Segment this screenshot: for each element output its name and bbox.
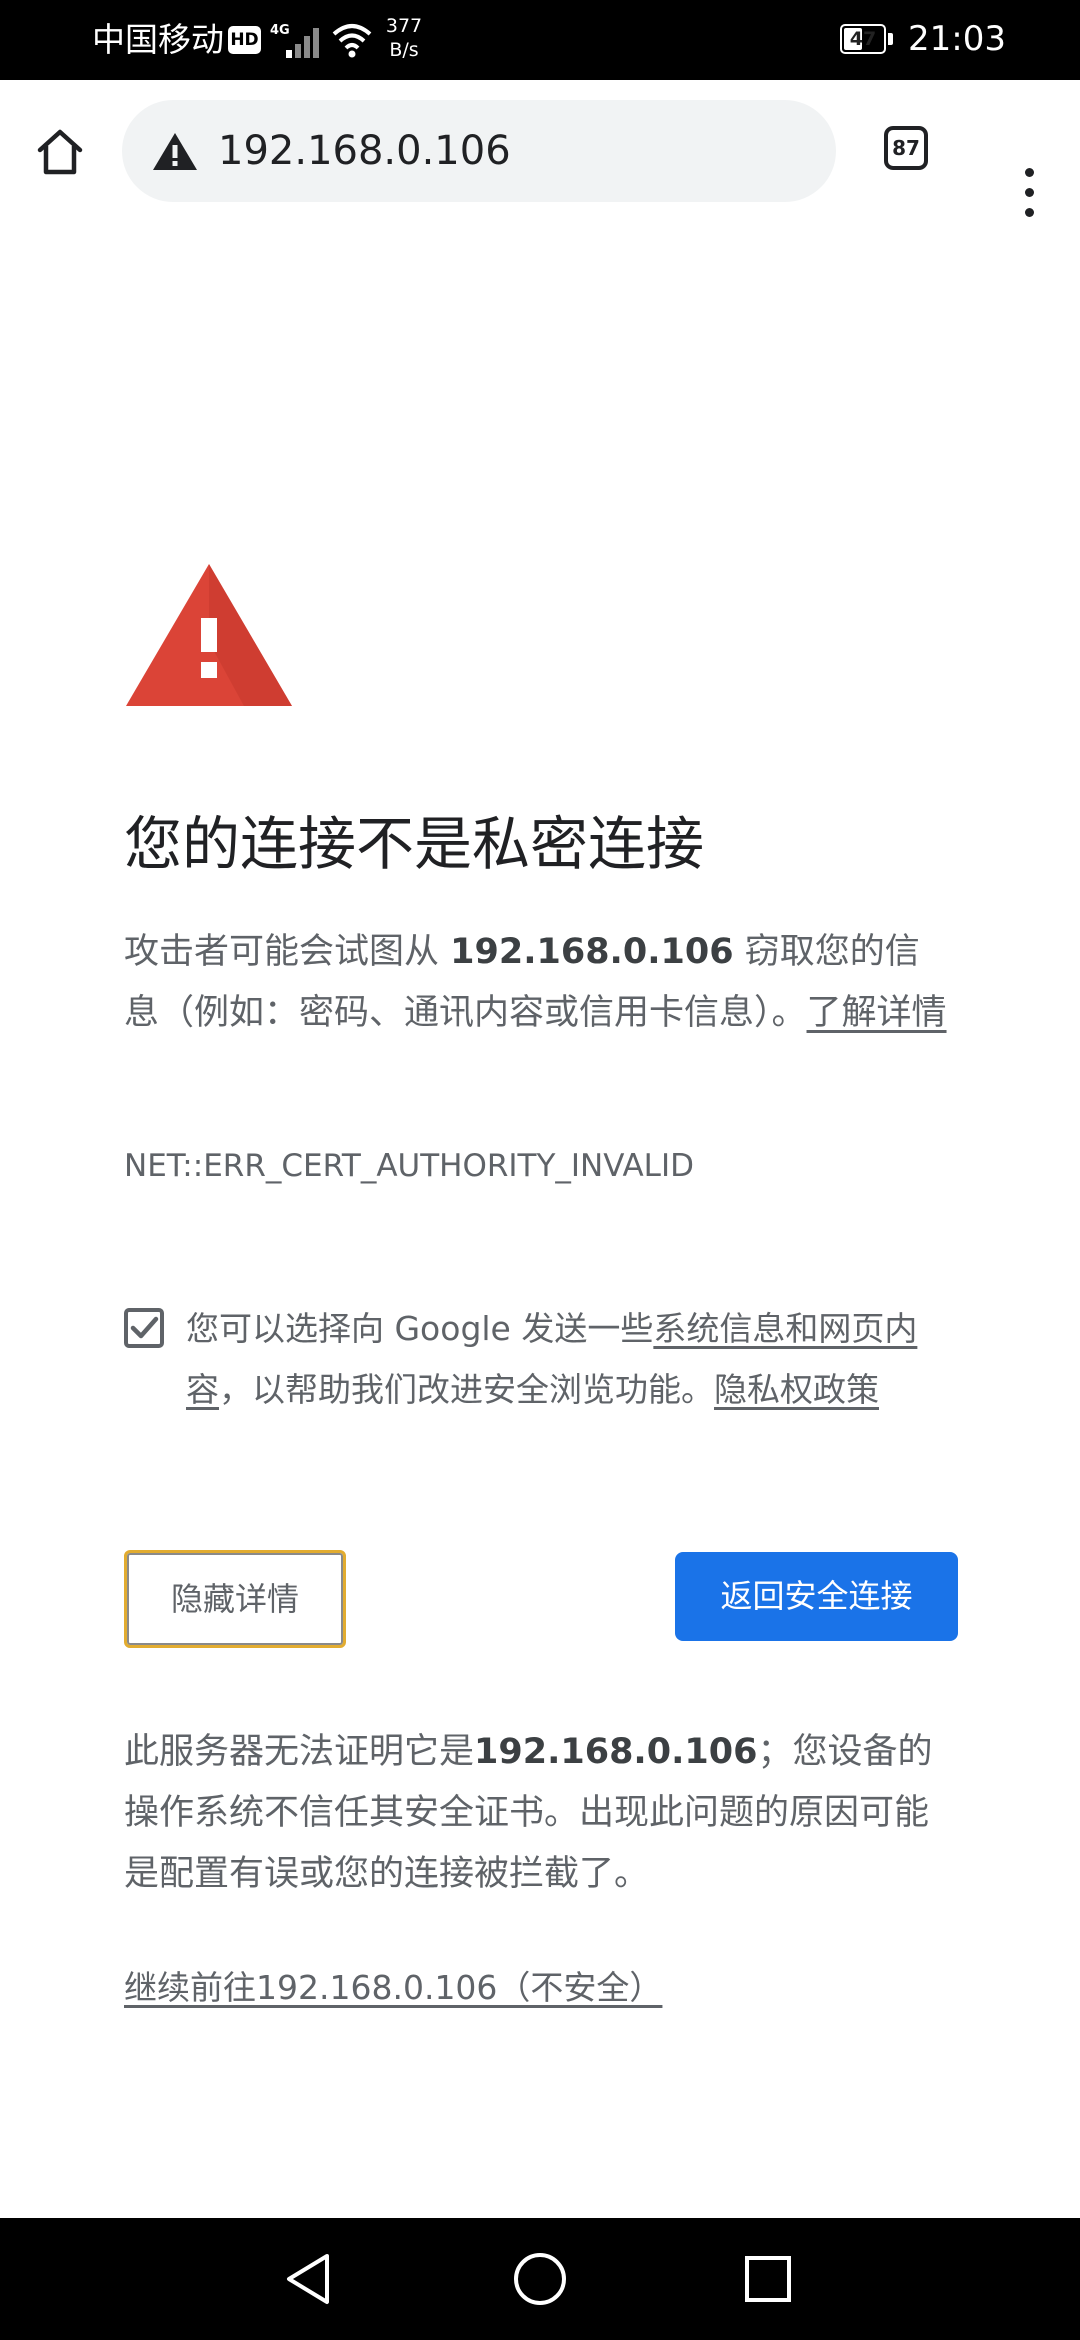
net-speed-value: 377 bbox=[385, 15, 423, 37]
details-prefix: 此服务器无法证明它是 bbox=[124, 1732, 475, 1772]
more-vert-icon[interactable] bbox=[1010, 166, 1050, 226]
description-prefix: 攻击者可能会试图从 bbox=[124, 932, 451, 972]
proceed-unsafe-link[interactable]: 继续前往192.168.0.106（不安全） bbox=[124, 1964, 662, 2012]
check-icon bbox=[130, 1316, 159, 1339]
tab-switcher-button[interactable]: 87 bbox=[884, 126, 928, 170]
optin-text: 您可以选择向 Google 发送一些系统信息和网页内容，以帮助我们改进安全浏览功… bbox=[186, 1298, 956, 1420]
warning-icon[interactable] bbox=[152, 131, 198, 171]
details-description: 此服务器无法证明它是192.168.0.106；您设备的操作系统不信任其安全证书… bbox=[124, 1722, 954, 1905]
system-nav-bar bbox=[0, 2218, 1080, 2340]
nav-back-button[interactable] bbox=[248, 2218, 368, 2340]
network-speed: 377 B/s bbox=[382, 14, 426, 62]
status-clock: 21:03 bbox=[908, 19, 1006, 59]
page-title: 您的连接不是私密连接 bbox=[124, 810, 705, 878]
optin-prefix: 您可以选择向 Google 发送一些 bbox=[186, 1309, 654, 1348]
learn-more-link[interactable]: 了解详情 bbox=[807, 993, 947, 1033]
hd-badge: HD bbox=[228, 26, 261, 54]
home-circle-icon bbox=[514, 2253, 566, 2305]
privacy-policy-link[interactable]: 隐私权政策 bbox=[714, 1370, 879, 1409]
home-button[interactable] bbox=[28, 120, 92, 184]
carrier-name: 中国移动 bbox=[92, 20, 224, 59]
warning-description: 攻击者可能会试图从 192.168.0.106 窃取您的信息（例如：密码、通讯内… bbox=[124, 922, 954, 1044]
browser-toolbar: 192.168.0.106 87 bbox=[0, 80, 1080, 228]
optin-checkbox[interactable] bbox=[124, 1308, 164, 1348]
description-host: 192.168.0.106 bbox=[450, 932, 734, 972]
warning-icon bbox=[126, 564, 292, 706]
nav-home-button[interactable] bbox=[480, 2218, 600, 2340]
back-to-safety-button[interactable]: 返回安全连接 bbox=[675, 1552, 958, 1641]
hide-details-button[interactable]: 隐藏详情 bbox=[124, 1550, 346, 1648]
wifi-icon bbox=[332, 24, 372, 58]
back-triangle-icon bbox=[287, 2254, 329, 2304]
optin-middle: ，以帮助我们改进安全浏览功能。 bbox=[219, 1370, 714, 1409]
home-icon bbox=[37, 129, 83, 175]
recents-square-icon bbox=[745, 2256, 791, 2302]
url-text[interactable]: 192.168.0.106 bbox=[218, 128, 511, 174]
signal-icon: 4G bbox=[270, 23, 319, 58]
battery-icon: 47 bbox=[840, 24, 894, 56]
nav-recents-button[interactable] bbox=[708, 2218, 828, 2340]
net-speed-unit: B/s bbox=[389, 39, 419, 61]
network-type: 4G bbox=[270, 23, 290, 38]
battery-level: 47 bbox=[849, 28, 877, 50]
status-bar: 中国移动 HD 4G 377 B/s 47 21:03 bbox=[0, 0, 1080, 80]
details-host: 192.168.0.106 bbox=[474, 1732, 758, 1772]
address-bar[interactable]: 192.168.0.106 bbox=[122, 100, 836, 202]
error-code: NET::ERR_CERT_AUTHORITY_INVALID bbox=[124, 1148, 694, 1184]
